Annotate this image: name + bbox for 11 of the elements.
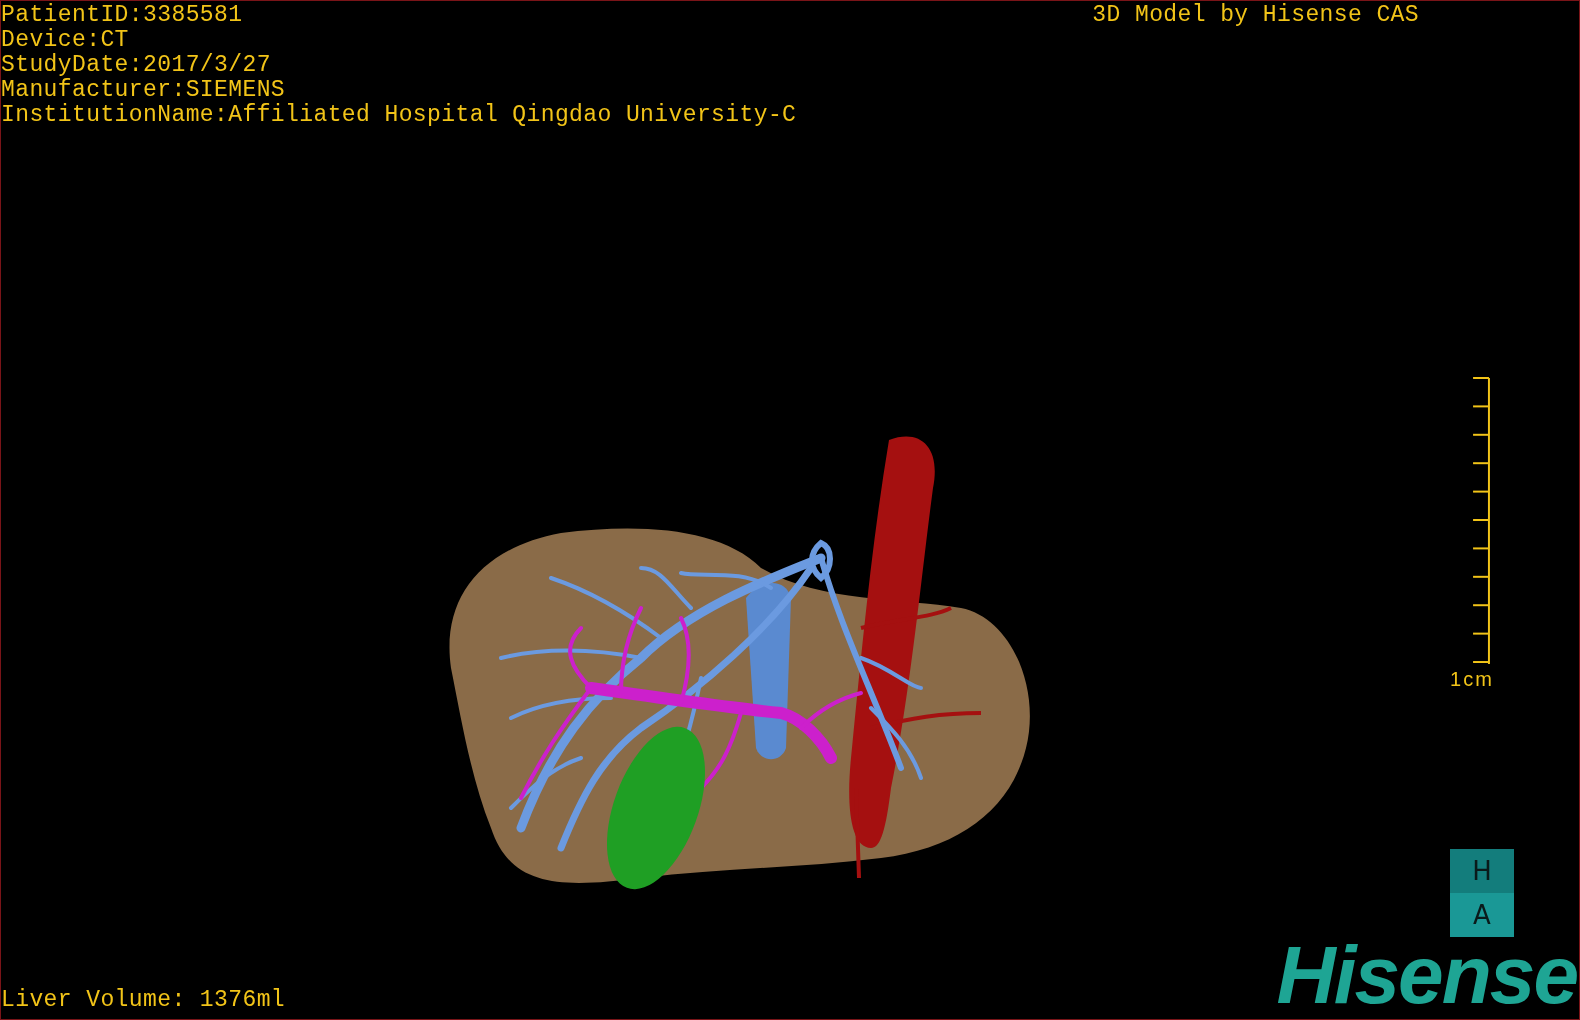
logo: Hisense (1276, 937, 1577, 1013)
scale-label: 1cm (1450, 668, 1494, 691)
model-credit-text: 3D Model by Hisense CAS (1092, 1, 1419, 28)
patient-info-text: Device:CT (1, 28, 130, 53)
patient-info-text: InstitutionName:Affiliated Hospital Qingdao University-C (1, 103, 797, 128)
patient-info-text: StudyDate:2017/3/27 (1, 53, 272, 78)
orientation-cube-front-face[interactable]: A (1450, 893, 1514, 937)
liver-volume-text: Liver Volume: 1376ml (1, 988, 286, 1013)
patient-info-text: Manufacturer:SIEMENS (1, 78, 287, 103)
orientation-cube-top-face[interactable]: H (1450, 849, 1514, 893)
patient-info-text: PatientID:3385581 (1, 3, 244, 28)
